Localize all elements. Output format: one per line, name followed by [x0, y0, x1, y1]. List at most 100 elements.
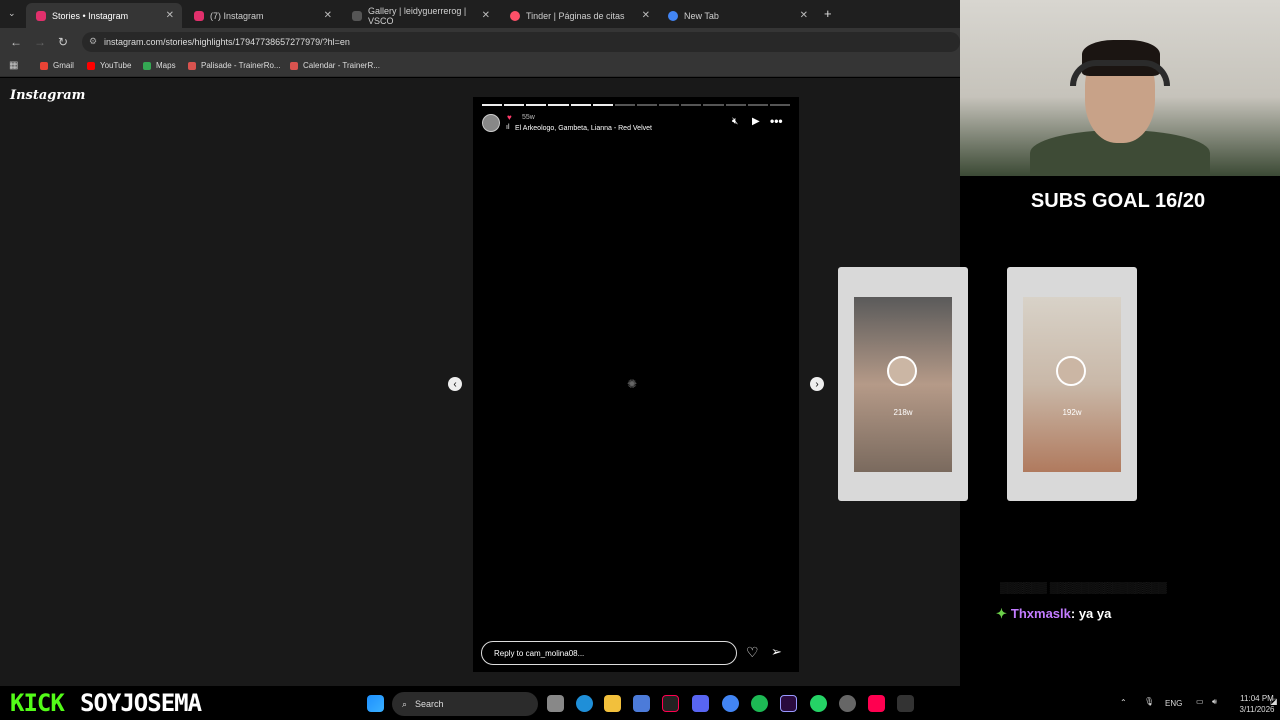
tab-label: New Tab [684, 10, 719, 21]
bookmark-youtube[interactable]: YouTube [87, 61, 131, 70]
notification-icon[interactable]: ◪ [1270, 697, 1278, 706]
tab-vsco[interactable]: Gallery | leidyguerrerog | VSCO ✕ [342, 3, 498, 28]
story-progress-segment [769, 104, 790, 106]
bookmark-label: Gmail [53, 61, 74, 70]
discord-icon[interactable] [692, 695, 709, 712]
bookmark-calendar[interactable]: Calendar - TrainerR... [290, 61, 380, 70]
trainerroad-icon [290, 61, 298, 70]
story-song[interactable]: El Arkeologo, Gambeta, Lianna - Red Velv… [515, 125, 652, 132]
story-progress-segment [592, 104, 613, 106]
spotify-icon[interactable] [751, 695, 768, 712]
faded-chat-line: ▒▒▒▒▒▒ ▒▒▒▒▒▒▒▒▒▒▒▒▒▒▒ [1000, 582, 1167, 594]
language-indicator[interactable]: ENG [1165, 699, 1182, 708]
tab-label: Stories • Instagram [52, 10, 129, 21]
obs-icon[interactable] [897, 695, 914, 712]
edge-icon[interactable] [576, 695, 593, 712]
close-icon[interactable]: ✕ [800, 10, 808, 21]
address-bar[interactable]: ⚙ instagram.com/stories/highlights/17947… [82, 32, 960, 52]
taskbar-search[interactable]: ⌕ Search [392, 692, 538, 716]
clock-date[interactable]: 3/11/2026 [1232, 705, 1280, 714]
bookmark-label: Palisade - TrainerRo... [201, 61, 281, 70]
subs-goal: SUBS GOAL 16/20 [1030, 190, 1206, 212]
whatsapp-icon[interactable] [810, 695, 827, 712]
bookmark-label: Calendar - TrainerR... [303, 61, 380, 70]
instagram-logo[interactable]: Instagram [10, 88, 85, 103]
close-icon[interactable]: ✕ [482, 10, 490, 21]
site-info-icon[interactable]: ⚙ [89, 36, 97, 47]
story-progress-segment [482, 104, 503, 106]
chrome-icon[interactable] [722, 695, 739, 712]
reload-icon[interactable]: ↻ [58, 35, 68, 49]
forward-arrow-icon[interactable]: → [34, 35, 46, 49]
avatar[interactable] [482, 114, 500, 132]
reply-placeholder: Reply to cam_molina08... [494, 648, 585, 658]
bookmark-palisade[interactable]: Palisade - TrainerRo... [188, 61, 281, 70]
close-icon[interactable]: ✕ [324, 10, 332, 21]
story-progress-segment [659, 104, 680, 106]
tiktok-live-icon[interactable] [868, 695, 885, 712]
file-explorer-icon[interactable] [604, 695, 621, 712]
apps-grid-icon[interactable]: ▦ [9, 60, 18, 71]
story-progress-segment [681, 104, 702, 106]
story-progress-segment [548, 104, 569, 106]
chat-text: : ya ya [1070, 606, 1112, 621]
like-heart-icon[interactable]: ♡ [746, 644, 759, 661]
tab-tinder[interactable]: Tinder | Páginas de citas ✕ [500, 3, 658, 28]
reply-input[interactable]: Reply to cam_molina08... [481, 641, 737, 665]
next-story-preview[interactable]: 218w [838, 267, 968, 501]
channel-name: SOYJOSEMA [80, 689, 202, 717]
volume-icon[interactable]: 🔊︎ [1212, 697, 1217, 707]
story-progress-segment [725, 104, 746, 106]
maps-icon [143, 61, 151, 70]
share-send-icon[interactable]: ➢ [771, 644, 782, 660]
tab-label: Gallery | leidyguerrerog | VSCO [368, 5, 467, 26]
headphones-icon [1070, 60, 1170, 86]
tab-instagram[interactable]: (7) Instagram ✕ [184, 3, 340, 28]
instagram-icon [36, 10, 46, 21]
chevron-right-icon: › [815, 378, 819, 390]
tinder-icon [510, 10, 520, 21]
previous-story-button[interactable]: ‹ [448, 377, 462, 391]
avatar [887, 356, 917, 386]
network-icon[interactable]: ▭ [1196, 697, 1204, 706]
url-text: instagram.com/stories/highlights/1794773… [104, 37, 350, 47]
gmail-icon [40, 61, 48, 70]
chevron-left-icon: ‹ [453, 378, 457, 390]
tab-new-tab[interactable]: New Tab ✕ [658, 3, 816, 28]
tab-list-chevron-icon[interactable]: ⌄ [8, 8, 16, 19]
close-icon[interactable]: ✕ [642, 10, 650, 21]
preview-time: 218w [893, 408, 913, 417]
chat-username: Thxmaslk [1010, 606, 1071, 621]
story-progress-segment [703, 104, 724, 106]
settings-icon[interactable] [839, 695, 856, 712]
microphone-icon[interactable]: 🎙︎ [1144, 697, 1154, 706]
windows-start-icon[interactable] [367, 695, 384, 712]
youtube-icon [87, 61, 95, 70]
search-icon: ⌕ [402, 698, 408, 709]
tab-stories-instagram[interactable]: Stories • Instagram ✕ [26, 3, 182, 28]
bookmark-maps[interactable]: Maps [143, 61, 176, 70]
bookmark-gmail[interactable]: Gmail [40, 61, 74, 70]
close-icon[interactable]: ✕ [166, 10, 174, 21]
bookmark-label: YouTube [100, 61, 132, 70]
play-icon[interactable]: ▶ [752, 116, 760, 127]
task-view-icon[interactable] [547, 695, 564, 712]
heart-highlight-icon: ♥ [507, 113, 512, 122]
bookmarks-bar: ▦ Gmail YouTube Maps Palisade - TrainerR… [0, 56, 960, 77]
following-story-preview[interactable]: 192w [1007, 267, 1137, 501]
chrome-icon [668, 10, 678, 21]
mute-icon[interactable]: 🔇︎ [732, 116, 738, 127]
story-progress-segment [747, 104, 768, 106]
bookmark-label: Maps [156, 61, 176, 70]
tiktok-icon[interactable] [662, 695, 679, 712]
store-icon[interactable] [633, 695, 650, 712]
more-options-icon[interactable]: ••• [770, 114, 783, 128]
avatar [1056, 356, 1086, 386]
chevron-up-icon[interactable]: ⌃ [1120, 698, 1127, 707]
story-progress-segment [614, 104, 635, 106]
new-tab-plus-icon[interactable]: + [824, 6, 832, 21]
sparkle-icon: ✦ [996, 606, 1007, 621]
next-story-button[interactable]: › [810, 377, 824, 391]
premiere-icon[interactable] [780, 695, 797, 712]
back-arrow-icon[interactable]: ← [10, 35, 22, 49]
